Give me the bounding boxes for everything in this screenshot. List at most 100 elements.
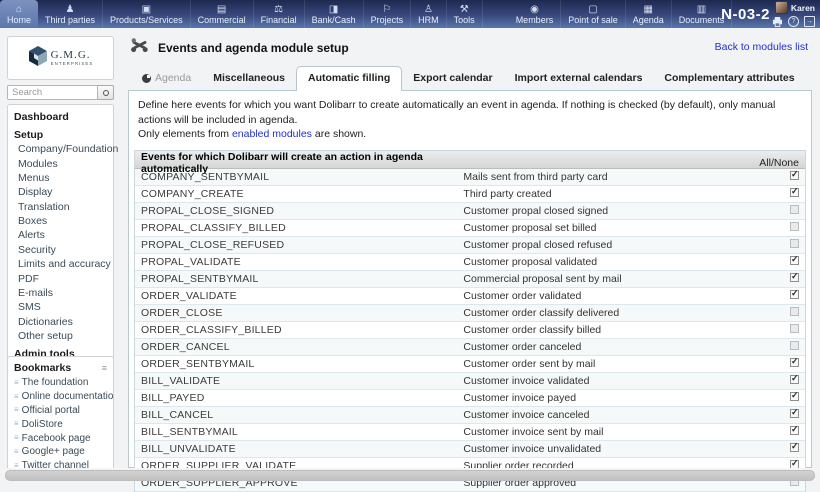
tab-complementary-attributes[interactable]: Complementary attributes — [653, 67, 805, 90]
sidebar-item-limits-and-accuracy[interactable]: Limits and accuracy — [8, 257, 113, 271]
tab-automatic-filling[interactable]: Automatic filling — [296, 66, 402, 91]
event-code: ORDER_CANCEL — [141, 341, 463, 353]
enabled-modules-link[interactable]: enabled modules — [232, 128, 312, 140]
logout-icon[interactable]: → — [804, 16, 815, 27]
table-row: ORDER_VALIDATECustomer order validated — [135, 288, 805, 305]
bookmarks-title: Bookmarks — [14, 362, 71, 374]
event-checkbox[interactable] — [790, 188, 799, 197]
bookmark-google-plus-page[interactable]: ≡Google+ page — [8, 445, 113, 459]
bookmark-icon: ≡ — [14, 406, 19, 414]
event-checkbox-cell — [790, 256, 799, 268]
sidebar-item-sms[interactable]: SMS — [8, 300, 113, 314]
event-label: Customer invoice payed — [463, 392, 753, 404]
avatar[interactable] — [775, 1, 788, 14]
event-checkbox[interactable] — [790, 341, 799, 350]
agenda-icon: ▦ — [644, 4, 653, 15]
menu-third-parties[interactable]: ♟Third parties — [38, 0, 103, 28]
bookmark-online-documentation[interactable]: ≡Online documentation — [8, 390, 113, 404]
search-input[interactable] — [7, 85, 98, 100]
sidebar-item-other-setup[interactable]: Other setup — [8, 329, 113, 343]
menu-commercial[interactable]: ▤Commercial — [191, 0, 254, 28]
menu-products-services[interactable]: ▣Products/Services — [103, 0, 191, 28]
horizontal-scrollbar-thumb[interactable] — [5, 470, 815, 481]
menu-agenda[interactable]: ▦Agenda — [626, 0, 672, 28]
tab-import-external-calendars[interactable]: Import external calendars — [504, 67, 654, 90]
printer-icon[interactable] — [772, 17, 783, 27]
event-checkbox[interactable] — [790, 324, 799, 333]
event-label: Customer propal closed signed — [463, 205, 753, 217]
event-checkbox[interactable] — [790, 171, 799, 180]
sidebar-item-display[interactable]: Display — [8, 185, 113, 199]
event-checkbox[interactable] — [790, 290, 799, 299]
event-checkbox[interactable] — [790, 409, 799, 418]
event-checkbox[interactable] — [790, 205, 799, 214]
event-checkbox[interactable] — [790, 426, 799, 435]
search-button[interactable] — [98, 85, 114, 100]
instance-code: N-03-2 — [721, 6, 770, 23]
sidebar-item-security[interactable]: Security — [8, 243, 113, 257]
bookmark-label: Google+ page — [22, 446, 85, 457]
menu-members[interactable]: ◉Members — [509, 0, 562, 28]
page-title: Events and agenda module setup — [158, 41, 349, 55]
tab-miscellaneous[interactable]: Miscellaneous — [202, 67, 296, 90]
page-header: Events and agenda module setup — [130, 37, 349, 59]
sidebar-item-menus[interactable]: Menus — [8, 171, 113, 185]
event-checkbox-cell — [790, 290, 799, 302]
events-table: Events for which Dolibarr will create an… — [134, 150, 806, 492]
event-checkbox[interactable] — [790, 273, 799, 282]
sidebar-item-dictionaries[interactable]: Dictionaries — [8, 315, 113, 329]
menu-financial[interactable]: ⚖Financial — [254, 0, 305, 28]
menu-hrm[interactable]: ♙HRM — [411, 0, 447, 28]
bookmark-the-foundation[interactable]: ≡The foundation — [8, 376, 113, 390]
sidebar-item-translation[interactable]: Translation — [8, 200, 113, 214]
back-to-modules-link[interactable]: Back to modules list — [715, 41, 808, 53]
tab-export-calendar[interactable]: Export calendar — [402, 67, 503, 90]
table-row: PROPAL_CLOSE_REFUSEDCustomer propal clos… — [135, 237, 805, 254]
event-checkbox[interactable] — [790, 307, 799, 316]
event-label: Customer invoice unvalidated — [463, 443, 753, 455]
event-checkbox[interactable] — [790, 256, 799, 265]
user-menu[interactable]: Karen — [772, 1, 815, 14]
event-code: ORDER_VALIDATE — [141, 290, 463, 302]
event-checkbox[interactable] — [790, 392, 799, 401]
event-label: Commercial proposal sent by mail — [463, 273, 753, 285]
menu-point-of-sale[interactable]: ▢Point of sale — [561, 0, 626, 28]
event-checkbox-cell — [790, 188, 799, 200]
bookmarks-header: Bookmarks ≡ — [8, 361, 113, 376]
clock-icon — [142, 74, 151, 83]
sidebar-item-modules[interactable]: Modules — [8, 156, 113, 170]
sidebar-item-alerts[interactable]: Alerts — [8, 228, 113, 242]
sidebar-item-boxes[interactable]: Boxes — [8, 214, 113, 228]
event-checkbox-cell — [790, 171, 799, 183]
event-code: PROPAL_CLOSE_SIGNED — [141, 205, 463, 217]
event-code: PROPAL_SENTBYMAIL — [141, 273, 463, 285]
sidebar-item-emails[interactable]: E-mails — [8, 286, 113, 300]
bookmark-dolistore[interactable]: ≡DoliStore — [8, 417, 113, 431]
event-checkbox[interactable] — [790, 239, 799, 248]
menu-projects[interactable]: ⚐Projects — [364, 0, 412, 28]
help-icon[interactable]: ? — [788, 16, 799, 27]
event-checkbox[interactable] — [790, 358, 799, 367]
event-checkbox[interactable] — [790, 375, 799, 384]
products-services-icon: ▣ — [142, 4, 151, 15]
bookmarks-menu-icon[interactable]: ≡ — [102, 363, 107, 373]
bookmark-official-portal[interactable]: ≡Official portal — [8, 404, 113, 418]
sidebar-item-pdf[interactable]: PDF — [8, 271, 113, 285]
all-none-toggle[interactable]: All/None — [759, 157, 799, 169]
table-row: BILL_CANCELCustomer invoice canceled — [135, 407, 805, 424]
sidebar-item-company-foundation[interactable]: Company/Foundation — [8, 142, 113, 156]
event-checkbox-cell — [790, 273, 799, 285]
bookmark-facebook-page[interactable]: ≡Facebook page — [8, 431, 113, 445]
menu-label-agenda: Agenda — [633, 15, 664, 25]
menu-bank-cash[interactable]: ◨Bank/Cash — [305, 0, 364, 28]
bookmarks-list: ≡The foundation≡Online documentation≡Off… — [8, 376, 113, 472]
event-checkbox[interactable] — [790, 222, 799, 231]
sidebar-item-setup[interactable]: Setup — [8, 127, 113, 142]
sidebar-item-dashboard[interactable]: Dashboard — [8, 109, 113, 124]
tab-agenda[interactable]: Agenda — [131, 67, 202, 90]
bookmark-icon: ≡ — [14, 393, 19, 401]
event-checkbox[interactable] — [790, 443, 799, 452]
notice-text: Define here events for which you want Do… — [129, 91, 811, 146]
menu-tools[interactable]: ⚒Tools — [447, 0, 483, 28]
menu-home[interactable]: ⌂Home — [0, 0, 38, 28]
